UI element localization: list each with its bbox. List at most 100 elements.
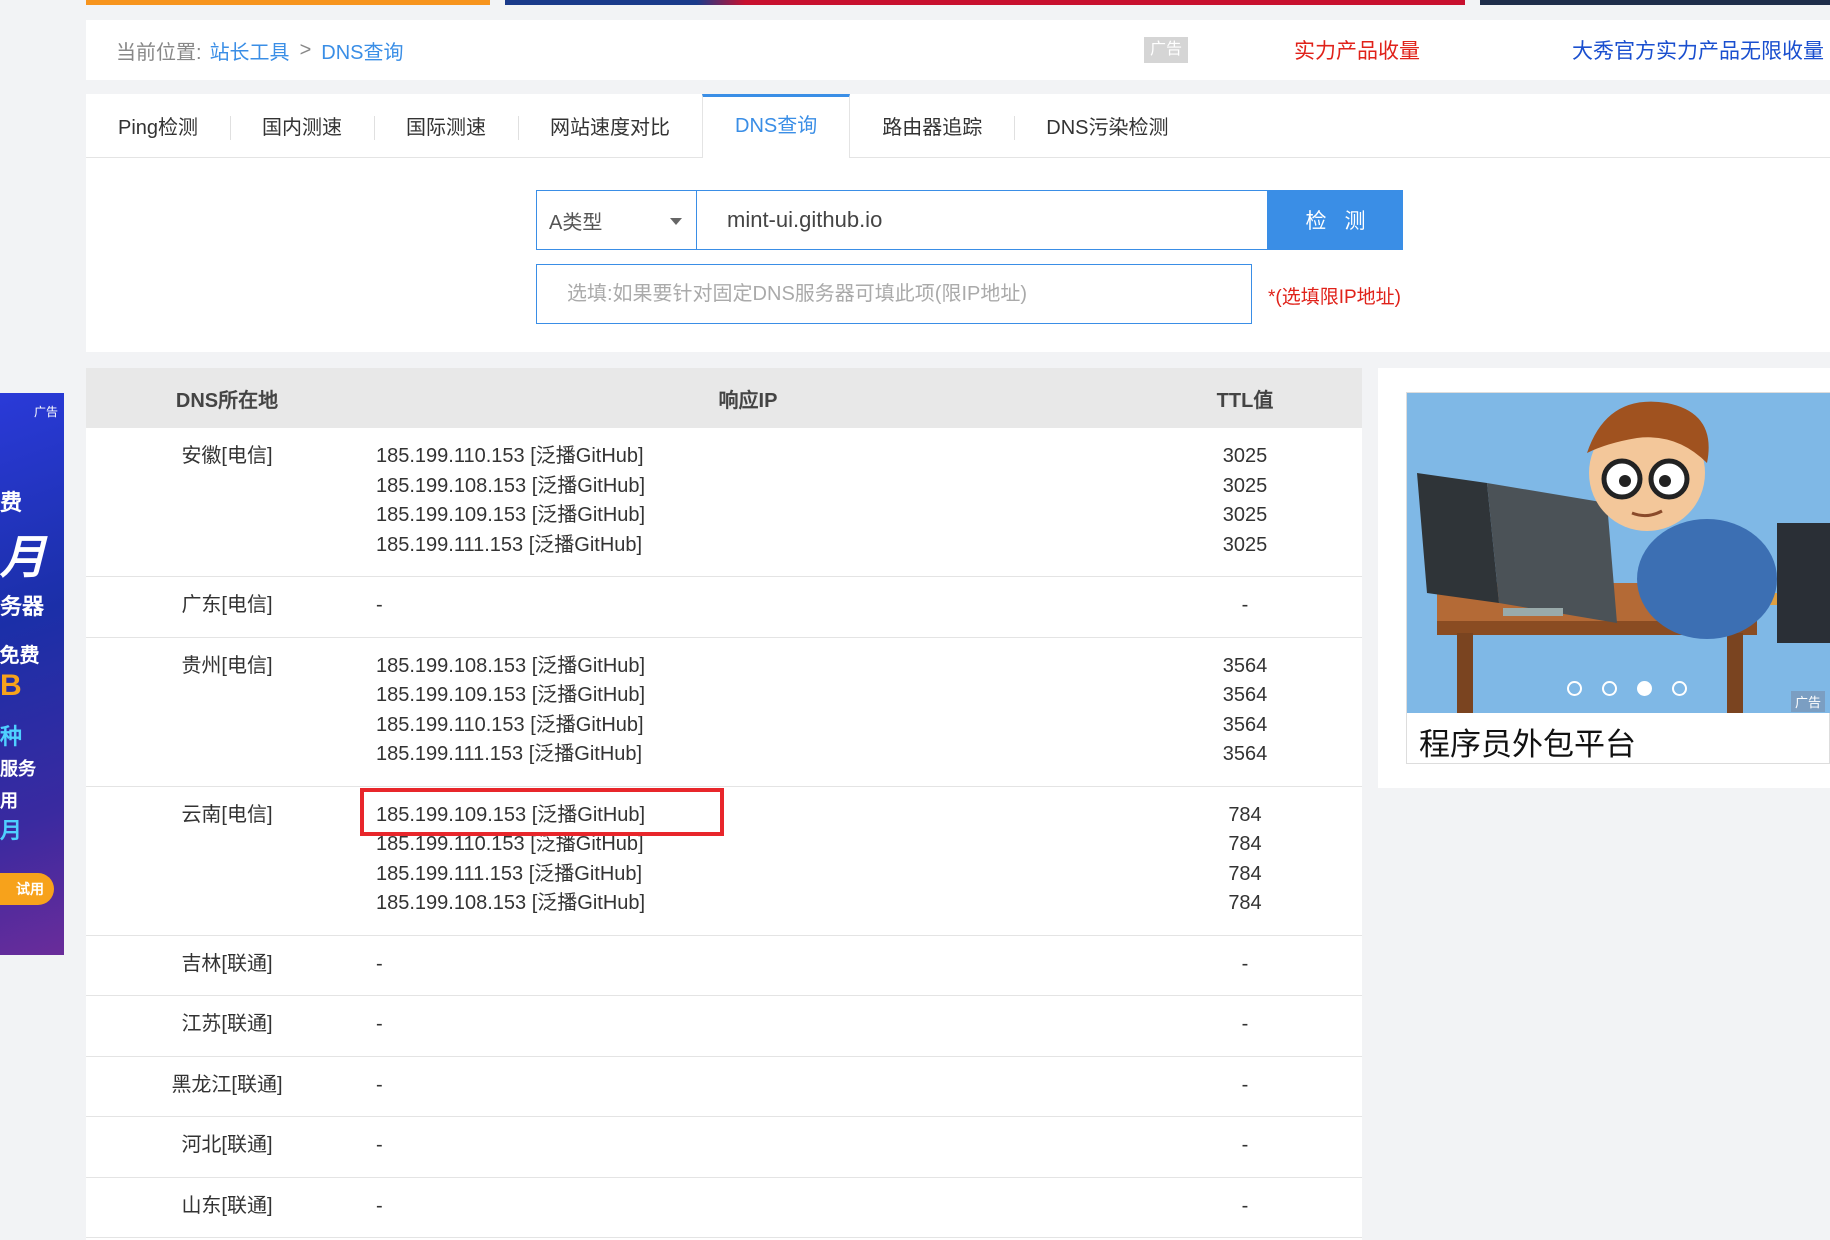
row-ttls: - bbox=[1128, 1192, 1362, 1222]
tab-dns-query[interactable]: DNS查询 bbox=[702, 94, 851, 158]
response-ip: 185.199.110.153 [泛播GitHub] bbox=[376, 713, 644, 736]
ad-link-red[interactable]: 实力产品收量 bbox=[1294, 35, 1420, 65]
tab-ping[interactable]: Ping检测 bbox=[86, 94, 230, 157]
response-ip: - bbox=[376, 594, 383, 616]
table-row: 河北[联通] - - bbox=[86, 1117, 1362, 1178]
header-ttl: TTL值 bbox=[1216, 389, 1274, 412]
row-ttls: - bbox=[1128, 950, 1362, 980]
tab-speed-compare[interactable]: 网站速度对比 bbox=[518, 94, 702, 157]
response-ip: - bbox=[376, 1073, 383, 1096]
row-ips: - bbox=[86, 591, 1128, 621]
table-row: 贵州[电信] 185.199.108.153 [泛播GitHub] 185.199.… bbox=[86, 638, 1362, 787]
ttl-value: 3564 bbox=[1222, 743, 1268, 765]
table-row: 江苏[联通] - - bbox=[86, 996, 1362, 1057]
left-ad-line: 服务 bbox=[0, 759, 36, 779]
ttl-value: 3025 bbox=[1222, 445, 1268, 467]
chevron-down-icon bbox=[670, 218, 682, 225]
breadcrumb-label: 当前位置: bbox=[116, 41, 202, 64]
row-ips: 185.199.109.153 [泛播GitHub] 185.199.110.15… bbox=[86, 801, 1128, 919]
carousel-dot-3[interactable] bbox=[1637, 681, 1652, 696]
record-type-select[interactable]: A类型 bbox=[536, 190, 696, 250]
ttl-value: 3025 bbox=[1222, 504, 1268, 526]
table-row: 山东[联通] - - bbox=[86, 1178, 1362, 1238]
ttl-value: 3564 bbox=[1222, 684, 1268, 706]
programmer-illustration-svg bbox=[1407, 393, 1830, 713]
response-ip: 185.199.111.153 [泛播GitHub] bbox=[376, 533, 643, 556]
ttl-value: 3025 bbox=[1222, 533, 1268, 556]
top-ad-strip-dark[interactable] bbox=[1480, 0, 1830, 5]
response-ip: 185.199.109.153 [泛播GitHub] bbox=[376, 504, 646, 526]
ttl-value: - bbox=[1241, 594, 1249, 616]
response-ip: 185.199.111.153 [泛播GitHub] bbox=[376, 743, 643, 765]
response-ip: - bbox=[376, 1013, 383, 1035]
carousel-dot-2[interactable] bbox=[1602, 681, 1617, 696]
header-ip: 响应IP bbox=[718, 389, 778, 412]
tab-domestic-speed[interactable]: 国内测速 bbox=[230, 94, 374, 157]
carousel-dot-4[interactable] bbox=[1672, 681, 1687, 696]
tab-intl-speed[interactable]: 国际测速 bbox=[374, 94, 518, 157]
left-ad-line: 用 bbox=[0, 791, 18, 811]
results-table: DNS所在地 响应IP TTL值 安徽[电信] 185.199.110.153 [… bbox=[86, 368, 1362, 1240]
carousel-dot-1[interactable] bbox=[1567, 681, 1582, 696]
response-ip: 185.199.109.153 [泛播GitHub] bbox=[376, 684, 646, 706]
tab-dns-pollution[interactable]: DNS污染检测 bbox=[1014, 94, 1200, 157]
response-ip: 185.199.110.153 [泛播GitHub] bbox=[376, 445, 644, 467]
dns-server-input[interactable] bbox=[536, 264, 1252, 324]
record-type-value: A类型 bbox=[549, 211, 603, 234]
left-floating-ad[interactable]: 广告 费 月 务器 .免费 B 种 服务 用 月 试用 bbox=[0, 393, 64, 955]
ad-badge: 广告 bbox=[1144, 37, 1188, 63]
response-ip: 185.199.111.153 [泛播GitHub] bbox=[376, 862, 643, 885]
ttl-value: - bbox=[1241, 1134, 1249, 1156]
side-ad-caption[interactable]: 程序员外包平台 bbox=[1419, 719, 1636, 764]
left-ad-trial-button[interactable]: 试用 bbox=[0, 873, 54, 905]
ttl-value: - bbox=[1241, 1013, 1249, 1035]
row-ttls: - bbox=[1128, 1010, 1362, 1040]
check-button[interactable]: 检测 bbox=[1268, 190, 1403, 250]
row-ttls: - bbox=[1128, 1131, 1362, 1161]
row-ttls: - bbox=[1128, 591, 1362, 621]
tab-route-trace[interactable]: 路由器追踪 bbox=[850, 94, 1014, 157]
response-ip: - bbox=[376, 952, 383, 975]
table-row: 黑龙江[联通] - - bbox=[86, 1057, 1362, 1117]
breadcrumb-link-dns[interactable]: DNS查询 bbox=[321, 36, 403, 65]
programmer-illustration[interactable]: 广告 bbox=[1407, 393, 1830, 713]
side-ad: 广告 程序员外包平台 bbox=[1378, 368, 1830, 788]
header-location: DNS所在地 bbox=[175, 389, 279, 412]
top-ad-strip-banner[interactable] bbox=[505, 0, 1465, 5]
left-ad-line: .免费 bbox=[0, 645, 40, 667]
left-ad-tag: 广告 bbox=[33, 405, 58, 419]
response-ip: 185.199.108.153 [泛播GitHub] bbox=[376, 892, 646, 914]
side-ad-card[interactable]: 广告 程序员外包平台 bbox=[1406, 392, 1830, 764]
left-ad-line: 费 bbox=[0, 490, 23, 515]
domain-input[interactable] bbox=[696, 190, 1268, 250]
table-header: DNS所在地 响应IP TTL值 bbox=[86, 368, 1362, 428]
table-row: 安徽[电信] 185.199.110.153 [泛播GitHub] 185.199.… bbox=[86, 428, 1362, 577]
tool-tabs: Ping检测 国内测速 国际测速 网站速度对比 DNS查询 路由器追踪 DNS污… bbox=[86, 94, 1830, 158]
response-ip: - bbox=[376, 1134, 383, 1156]
row-ips: 185.199.108.153 [泛播GitHub] 185.199.109.15… bbox=[86, 652, 1128, 770]
row-ips: - bbox=[86, 950, 1128, 980]
row-ips: - bbox=[86, 1010, 1128, 1040]
ttl-value: 3564 bbox=[1222, 654, 1268, 677]
row-ttls: 3564 3564 3564 3564 bbox=[1128, 652, 1362, 770]
ttl-value: 784 bbox=[1228, 862, 1262, 885]
top-ad-strip-orange[interactable] bbox=[86, 0, 490, 5]
table-row: 云南[电信] 185.199.109.153 [泛播GitHub] 185.199.… bbox=[86, 787, 1362, 936]
row-ips: - bbox=[86, 1192, 1128, 1222]
breadcrumb-bar: 当前位置: 站长工具 > DNS查询 广告 实力产品收量 大秀官方实力产品无限收… bbox=[86, 20, 1830, 80]
ttl-value: 784 bbox=[1228, 892, 1262, 914]
row-ips: - bbox=[86, 1071, 1128, 1101]
row-ttls: - bbox=[1128, 1071, 1362, 1101]
breadcrumb-link-tools[interactable]: 站长工具 bbox=[210, 36, 290, 65]
left-ad-line: 种 bbox=[0, 724, 23, 749]
table-body: 安徽[电信] 185.199.110.153 [泛播GitHub] 185.199.… bbox=[86, 428, 1362, 1238]
left-ad-line: 月 bbox=[0, 818, 23, 843]
left-ad-line: 月 bbox=[0, 531, 46, 583]
ad-corner-label: 广告 bbox=[1790, 691, 1825, 712]
ad-link-blue[interactable]: 大秀官方实力产品无限收量 bbox=[1572, 35, 1824, 65]
dns-server-hint: *(选填限IP地址) bbox=[1268, 287, 1402, 308]
dns-tool-panel: Ping检测 国内测速 国际测速 网站速度对比 DNS查询 路由器追踪 DNS污… bbox=[86, 94, 1830, 352]
ttl-value: - bbox=[1241, 1073, 1249, 1096]
row-ttls: 3025 3025 3025 3025 bbox=[1128, 442, 1362, 560]
table-row: 吉林[联通] - - bbox=[86, 936, 1362, 996]
